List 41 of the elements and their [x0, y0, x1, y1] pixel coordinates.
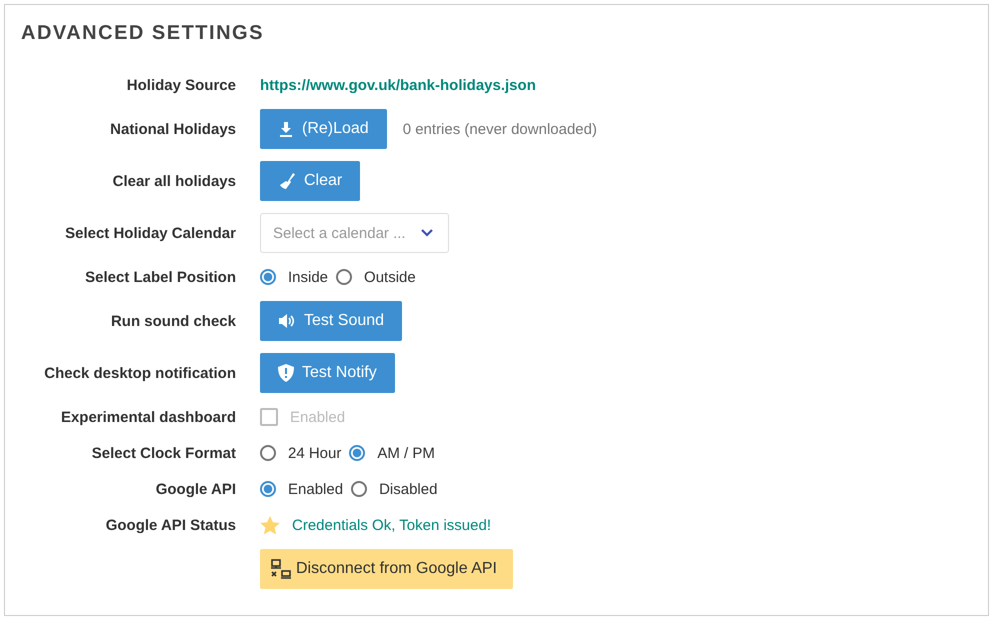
entries-note: 0 entries (never downloaded): [402, 120, 597, 138]
source-link[interactable]: https://www.gov.uk/bank-holidays.json: [260, 76, 536, 94]
option-label: Enabled: [288, 480, 344, 498]
action-button[interactable]: (Re)Load: [260, 109, 387, 149]
option-label: Outside: [364, 268, 416, 286]
setting-label: Google API: [156, 480, 236, 498]
option-label: Disabled: [379, 480, 438, 498]
network-icon: [270, 559, 292, 579]
shield-icon: [278, 364, 294, 382]
action-button[interactable]: Clear: [260, 161, 360, 201]
setting-label: Select Label Position: [85, 268, 236, 286]
action-button[interactable]: Test Notify: [260, 353, 395, 393]
radio-button[interactable]: [260, 269, 276, 285]
speaker-icon: [278, 313, 296, 329]
checkbox-label: Enabled: [290, 408, 346, 426]
setting-label: Experimental dashboard: [60, 408, 236, 426]
section-title: ADVANCED SETTINGS: [21, 22, 265, 45]
setting-label: Select Clock Format: [92, 444, 236, 462]
option-label: Inside: [288, 268, 328, 286]
chevron-down-icon: [420, 228, 434, 238]
status-text: Credentials Ok, Token issued!: [292, 516, 491, 534]
download-icon: [278, 121, 294, 137]
setting-label: National Holidays: [110, 120, 236, 138]
setting-label: Holiday Source: [126, 76, 236, 94]
setting-label: Google API Status: [106, 516, 236, 534]
action-button[interactable]: Test Sound: [260, 301, 402, 341]
setting-label: Check desktop notification: [44, 364, 236, 382]
radio-button[interactable]: [351, 481, 368, 497]
action-button[interactable]: Disconnect from Google API: [260, 549, 513, 589]
radio-button[interactable]: [349, 445, 366, 461]
star-icon: [260, 516, 280, 534]
calendar-select[interactable]: Select a calendar ...: [260, 213, 449, 253]
radio-button[interactable]: [260, 445, 276, 461]
radio-button[interactable]: [336, 269, 352, 285]
broom-icon: [278, 172, 296, 190]
setting-label: Select Holiday Calendar: [65, 224, 236, 242]
setting-label: Clear all holidays: [112, 172, 236, 190]
option-label: AM / PM: [377, 444, 435, 462]
setting-label: Run sound check: [110, 312, 236, 330]
option-label: 24 Hour: [288, 444, 342, 462]
radio-button[interactable]: [260, 481, 276, 497]
